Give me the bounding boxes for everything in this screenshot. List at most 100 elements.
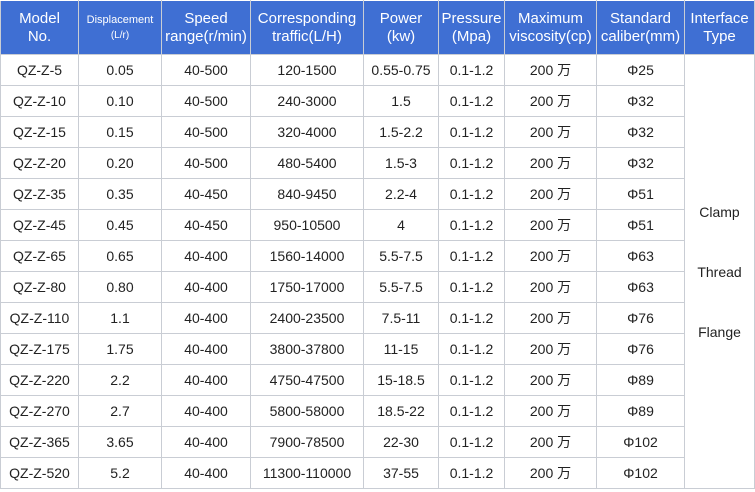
cell-model: QZ-Z-35 bbox=[0, 178, 79, 210]
cell-viscosity: 200 万 bbox=[504, 457, 597, 489]
table-row: QZ-Z-10 0.10 40-500 240-3000 1.5 0.1-1.2 200 万… bbox=[0, 85, 755, 117]
cell-speed: 40-500 bbox=[161, 147, 251, 179]
cell-speed: 40-400 bbox=[161, 333, 251, 365]
cell-viscosity: 200 万 bbox=[504, 178, 597, 210]
table-row: QZ-Z-270 2.7 40-400 5800-58000 18.5-22 0.1-1.… bbox=[0, 395, 755, 427]
cell-interface-type: Clamp Thread Flange bbox=[684, 54, 755, 489]
table-row: QZ-Z-45 0.45 40-450 950-10500 4 0.1-1.2 200 万Φ… bbox=[0, 209, 755, 241]
cell-viscosity: 200 万 bbox=[504, 147, 597, 179]
cell-speed: 40-400 bbox=[161, 302, 251, 334]
cell-power: 18.5-22 bbox=[363, 395, 439, 427]
cell-caliber: Φ63 bbox=[596, 240, 685, 272]
cell-model: QZ-Z-20 bbox=[0, 147, 79, 179]
cell-caliber: Φ51 bbox=[596, 178, 685, 210]
header-pressure: Pressure (Mpa) bbox=[438, 0, 505, 55]
cell-pressure: 0.1-1.2 bbox=[438, 457, 505, 489]
cell-caliber: Φ102 bbox=[596, 426, 685, 458]
cell-pressure: 0.1-1.2 bbox=[438, 209, 505, 241]
header-line: Standard bbox=[610, 9, 671, 27]
cell-model: QZ-Z-5 bbox=[0, 54, 79, 86]
cell-traffic: 1750-17000 bbox=[250, 271, 364, 303]
cell-caliber: Φ63 bbox=[596, 271, 685, 303]
cell-traffic: 320-4000 bbox=[250, 116, 364, 148]
cell-model: QZ-Z-15 bbox=[0, 116, 79, 148]
cell-speed: 40-400 bbox=[161, 426, 251, 458]
header-line: Power bbox=[379, 9, 423, 27]
cell-pressure: 0.1-1.2 bbox=[438, 271, 505, 303]
header-line: viscosity(cp) bbox=[509, 27, 592, 45]
cell-traffic: 11300-110000 bbox=[250, 457, 364, 489]
cell-pressure: 0.1-1.2 bbox=[438, 426, 505, 458]
table-row: QZ-Z-520 5.2 40-400 11300-110000 37-55 0.1-1.… bbox=[0, 457, 755, 489]
cell-pressure: 0.1-1.2 bbox=[438, 54, 505, 86]
cell-model: QZ-Z-45 bbox=[0, 209, 79, 241]
table-row: QZ-Z-65 0.65 40-400 1560-14000 5.5-7.5 0.1-1.… bbox=[0, 240, 755, 272]
cell-pressure: 0.1-1.2 bbox=[438, 302, 505, 334]
header-displacement: Displacement (L/r) bbox=[78, 0, 162, 55]
table-row: QZ-Z-110 1.1 40-400 2400-23500 7.5-11 0.1-1.2… bbox=[0, 302, 755, 334]
cell-displacement: 1.1 bbox=[78, 302, 162, 334]
cell-power: 22-30 bbox=[363, 426, 439, 458]
header-line: No. bbox=[27, 27, 52, 45]
cell-traffic: 1560-14000 bbox=[250, 240, 364, 272]
cell-speed: 40-500 bbox=[161, 85, 251, 117]
header-power: Power (kw) bbox=[363, 0, 439, 55]
table-row: QZ-Z-365 3.65 40-400 7900-78500 22-30 0.1-1.2… bbox=[0, 426, 755, 458]
cell-caliber: Φ32 bbox=[596, 85, 685, 117]
cell-caliber: Φ76 bbox=[596, 302, 685, 334]
header-line: Model bbox=[19, 9, 60, 27]
spec-body: QZ-Z-5 0.05 40-500 120-1500 0.55-0.75 0.1-1.2… bbox=[0, 54, 755, 489]
cell-viscosity: 200 万 bbox=[504, 395, 597, 427]
cell-caliber: Φ89 bbox=[596, 364, 685, 396]
cell-displacement: 5.2 bbox=[78, 457, 162, 489]
cell-displacement: 0.10 bbox=[78, 85, 162, 117]
cell-speed: 40-400 bbox=[161, 457, 251, 489]
header-model: Model No. bbox=[0, 0, 79, 55]
cell-caliber: Φ32 bbox=[596, 147, 685, 179]
cell-caliber: Φ25 bbox=[596, 54, 685, 86]
cell-displacement: 2.7 bbox=[78, 395, 162, 427]
cell-model: QZ-Z-365 bbox=[0, 426, 79, 458]
table-row: QZ-Z-20 0.20 40-500 480-5400 1.5-3 0.1-1.2 200… bbox=[0, 147, 755, 179]
cell-traffic: 240-3000 bbox=[250, 85, 364, 117]
cell-displacement: 1.75 bbox=[78, 333, 162, 365]
cell-viscosity: 200 万 bbox=[504, 240, 597, 272]
cell-power: 4 bbox=[363, 209, 439, 241]
cell-model: QZ-Z-110 bbox=[0, 302, 79, 334]
cell-viscosity: 200 万 bbox=[504, 302, 597, 334]
cell-speed: 40-450 bbox=[161, 178, 251, 210]
header-speed: Speed range(r/min) bbox=[161, 0, 251, 55]
header-line: Type bbox=[703, 27, 736, 45]
cell-model: QZ-Z-65 bbox=[0, 240, 79, 272]
header-viscosity: Maximum viscosity(cp) bbox=[504, 0, 597, 55]
cell-speed: 40-500 bbox=[161, 54, 251, 86]
cell-power: 1.5 bbox=[363, 85, 439, 117]
cell-traffic: 4750-47500 bbox=[250, 364, 364, 396]
header-interface: Interface Type bbox=[684, 0, 755, 55]
cell-speed: 40-400 bbox=[161, 364, 251, 396]
cell-power: 0.55-0.75 bbox=[363, 54, 439, 86]
cell-traffic: 480-5400 bbox=[250, 147, 364, 179]
cell-power: 11-15 bbox=[363, 333, 439, 365]
interface-type-item: Thread bbox=[697, 263, 742, 280]
interface-type-item: Clamp bbox=[699, 203, 740, 220]
cell-viscosity: 200 万 bbox=[504, 116, 597, 148]
header-traffic: Corresponding traffic(L/H) bbox=[250, 0, 364, 55]
header-line: Displacement bbox=[86, 13, 154, 26]
cell-pressure: 0.1-1.2 bbox=[438, 240, 505, 272]
table-row: QZ-Z-5 0.05 40-500 120-1500 0.55-0.75 0.1-1.2… bbox=[0, 54, 755, 489]
cell-speed: 40-400 bbox=[161, 271, 251, 303]
cell-viscosity: 200 万 bbox=[504, 54, 597, 86]
cell-power: 7.5-11 bbox=[363, 302, 439, 334]
cell-power: 1.5-3 bbox=[363, 147, 439, 179]
cell-model: QZ-Z-520 bbox=[0, 457, 79, 489]
table-row: QZ-Z-15 0.15 40-500 320-4000 1.5-2.2 0.1-1.2 2… bbox=[0, 116, 755, 148]
header-line: (kw) bbox=[386, 27, 416, 45]
header-line: caliber(mm) bbox=[600, 27, 681, 45]
cell-displacement: 0.05 bbox=[78, 54, 162, 86]
cell-displacement: 0.20 bbox=[78, 147, 162, 179]
cell-viscosity: 200 万 bbox=[504, 85, 597, 117]
cell-displacement: 0.80 bbox=[78, 271, 162, 303]
cell-pressure: 0.1-1.2 bbox=[438, 364, 505, 396]
header-line: traffic(L/H) bbox=[272, 27, 342, 45]
